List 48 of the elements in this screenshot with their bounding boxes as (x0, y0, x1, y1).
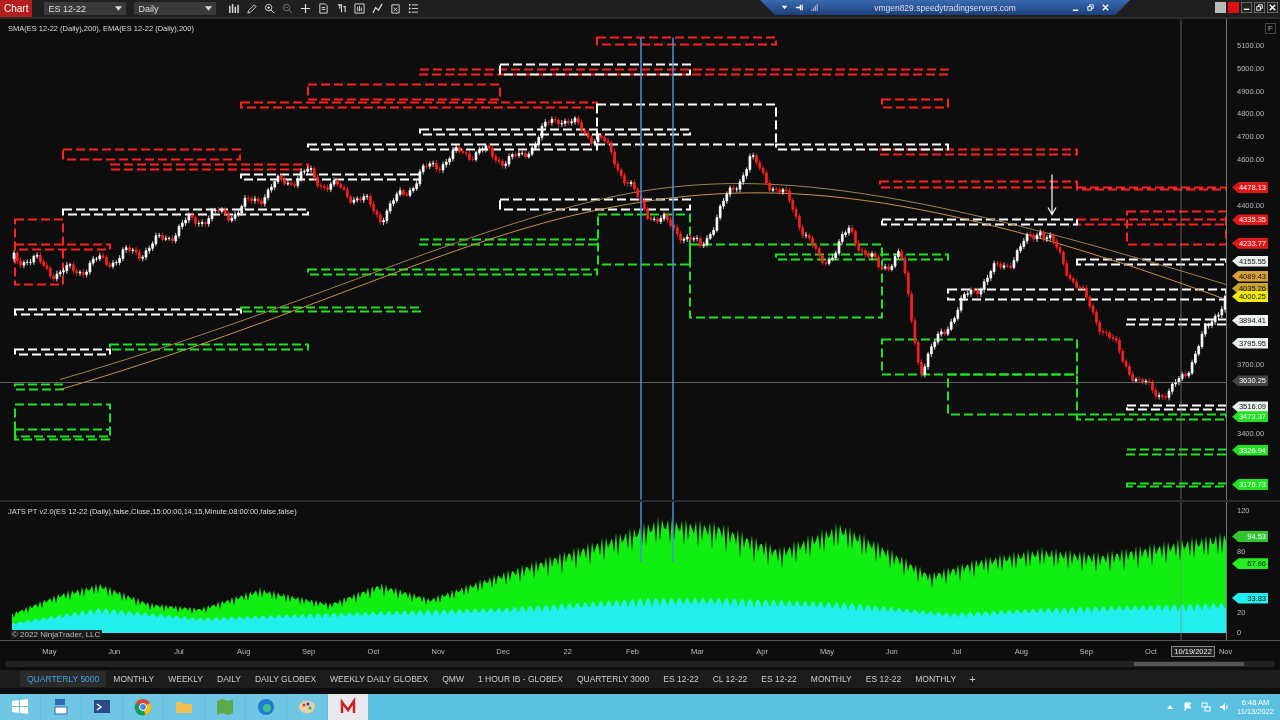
windows-start-icon[interactable] (0, 694, 40, 720)
chart-tab[interactable]: QUARTERLY 3000 (569, 671, 657, 687)
chart-tab[interactable]: MONTHLY (908, 671, 964, 687)
remote-host-title: vmgen829.speedytradingservers.com (873, 2, 1017, 13)
frame-icon[interactable] (354, 3, 366, 14)
chart-tab[interactable]: WEEKLY (161, 671, 211, 687)
zoom-out-icon[interactable] (282, 3, 294, 14)
document-icon[interactable] (318, 3, 330, 14)
chart-tab[interactable]: ES 12-22 (656, 671, 706, 687)
restore-icon[interactable] (1254, 2, 1265, 13)
interval-dropdown[interactable]: Daily (134, 2, 217, 15)
scroll-thumb[interactable] (1134, 662, 1244, 666)
chart-tab[interactable]: CL 12-22 (705, 671, 755, 687)
pencil-icon[interactable] (246, 3, 258, 14)
pin-icon[interactable] (795, 3, 804, 12)
chart-tab[interactable]: ES 12-22 (858, 671, 909, 687)
minimize-icon[interactable] (1241, 2, 1252, 13)
chart-tab[interactable]: QUARTERLY 5000 (20, 671, 107, 687)
terminal-icon[interactable] (82, 694, 122, 720)
crosshair-icon[interactable] (300, 3, 312, 14)
signal-icon (810, 3, 819, 12)
copyright-text: © 2022 NinjaTrader, LLC (10, 630, 103, 639)
zoom-in-icon[interactable] (264, 3, 276, 14)
chart-tab[interactable]: MONTHLY (803, 671, 859, 687)
close-icon[interactable] (1267, 2, 1278, 13)
line-chart-icon[interactable] (372, 3, 384, 14)
caret-icon (205, 6, 213, 11)
chart-tab[interactable]: WEEKLY DAILY GLOBEX (323, 671, 436, 687)
browser-icon[interactable] (123, 694, 163, 720)
caret-icon[interactable] (780, 3, 789, 12)
caret-icon (115, 6, 123, 11)
trading-app-icon[interactable] (328, 694, 368, 720)
chart-tab[interactable]: DAILY GLOBEX (247, 671, 324, 687)
chart-tab[interactable]: DAILY (210, 671, 248, 687)
instrument-dropdown[interactable]: ES 12-22 (44, 2, 127, 15)
horizontal-scrollbar[interactable] (6, 661, 1274, 667)
corner-label[interactable]: F (1265, 23, 1276, 34)
chart-tab[interactable]: MONTHLY (106, 671, 162, 687)
list-icon[interactable] (408, 3, 420, 14)
server-icon[interactable] (41, 694, 81, 720)
chart-tab[interactable]: QMW (435, 671, 471, 687)
add-tab-button[interactable]: + (963, 673, 982, 685)
clipboard-icon[interactable] (390, 3, 402, 14)
bar-chart-icon[interactable] (228, 3, 240, 14)
chart-tab[interactable]: ES 12-22 (754, 671, 804, 687)
chart-tab[interactable]: 1 HOUR IB - GLOBEX (470, 671, 570, 687)
bracket-icon[interactable] (336, 3, 348, 14)
app-label: Chart (0, 0, 33, 17)
